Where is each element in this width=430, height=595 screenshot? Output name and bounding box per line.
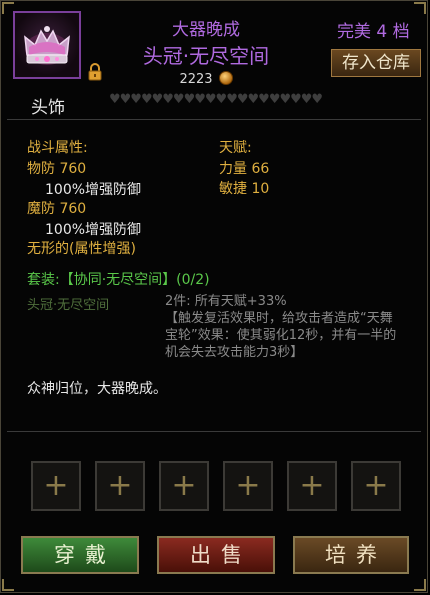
gem-slot[interactable]: + (351, 461, 401, 511)
item-icon-slot[interactable] (13, 11, 81, 79)
quality-grade: 完美 4 档 (337, 22, 410, 42)
plus-icon: + (235, 468, 261, 503)
set-name: 套装:【协同·无尽空间】(0/2) (27, 272, 210, 288)
formless-attribute: 无形的(属性增强) (27, 241, 136, 257)
set-bonus-description: 2件: 所有天赋+33% 【触发复活效果时，给攻击者造成“天舞宝轮”效果：使其弱… (165, 293, 405, 361)
plus-icon: + (43, 468, 69, 503)
combat-attributes-title: 战斗属性: (27, 140, 88, 156)
frame-corner (2, 579, 14, 591)
lock-icon[interactable] (86, 63, 104, 81)
star-level-hearts: ♥♥♥♥♥♥♥♥♥♥♥♥♥♥♥♥♥♥♥♥ (109, 92, 323, 107)
set-bonus-effect: 【触发复活效果时，给攻击者造成“天舞宝轮”效果：使其弱化12秒，并有一半的机会失… (165, 311, 397, 360)
item-detail-panel: 大器晚成 头冠·无尽空间 2223 完美 4 档 存入仓库 头饰 ♥♥♥♥♥♥♥… (0, 0, 428, 593)
magic-defense-bonus: 100%增强防御 (45, 222, 142, 238)
gem-slot[interactable]: + (223, 461, 273, 511)
physical-defense: 物防 760 (27, 161, 87, 177)
gem-slot[interactable]: + (287, 461, 337, 511)
physical-defense-bonus: 100%增强防御 (45, 182, 142, 198)
plus-icon: + (363, 468, 389, 503)
store-in-warehouse-button[interactable]: 存入仓库 (331, 49, 421, 77)
set-piece-item: 头冠·无尽空间 (27, 298, 110, 313)
item-description: 众神归位，大器晚成。 (27, 381, 167, 397)
price-value: 2223 (179, 72, 213, 87)
divider (7, 119, 421, 120)
frame-corner (414, 2, 426, 14)
frame-corner (414, 579, 426, 591)
coin-icon (218, 71, 233, 85)
train-button[interactable]: 培养 (293, 536, 409, 574)
magic-defense: 魔防 760 (27, 201, 87, 217)
sell-button[interactable]: 出售 (157, 536, 275, 574)
gem-slot[interactable]: + (159, 461, 209, 511)
talent-agility: 敏捷 10 (219, 181, 270, 197)
talent-title: 天赋: (219, 140, 252, 156)
item-title-prefix: 大器晚成 (172, 20, 240, 40)
gem-slot[interactable]: + (31, 461, 81, 511)
plus-icon: + (299, 468, 325, 503)
divider (7, 431, 421, 432)
item-name: 头冠·无尽空间 (142, 44, 270, 68)
crown-icon (24, 26, 70, 65)
item-price: 2223 (151, 71, 261, 87)
plus-icon: + (107, 468, 133, 503)
gem-slot[interactable]: + (95, 461, 145, 511)
wear-button[interactable]: 穿戴 (21, 536, 139, 574)
plus-icon: + (171, 468, 197, 503)
set-bonus-line: 2件: 所有天赋+33% (165, 294, 287, 309)
equipment-slot-type: 头饰 (31, 98, 65, 118)
talent-strength: 力量 66 (219, 161, 270, 177)
